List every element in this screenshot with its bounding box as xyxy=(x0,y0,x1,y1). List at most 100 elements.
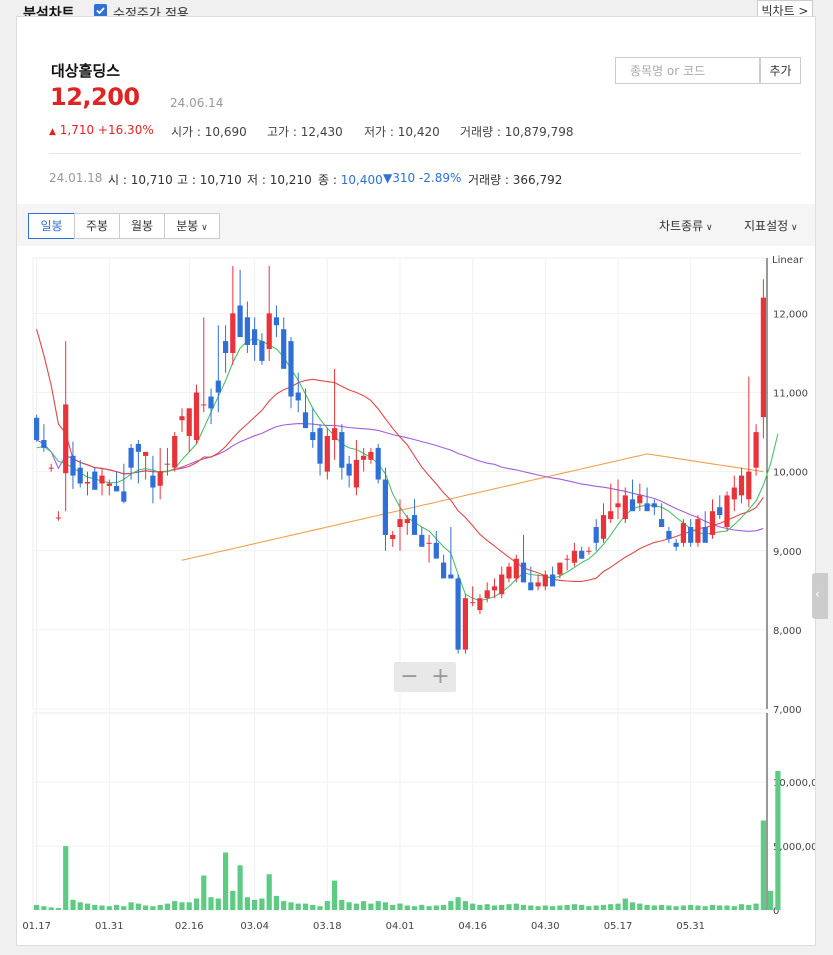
candle-body xyxy=(651,503,657,508)
candle-body xyxy=(709,511,716,535)
volume-bar xyxy=(244,897,250,910)
volume-bar xyxy=(702,906,708,910)
volume-bar xyxy=(397,903,403,910)
candle-body xyxy=(361,455,367,460)
volume-bar xyxy=(390,904,396,910)
candle-body xyxy=(506,566,512,579)
x-tick-label: 01.31 xyxy=(95,921,124,932)
volume-bar xyxy=(201,875,207,910)
volume-bar xyxy=(608,904,614,910)
volume-bar xyxy=(317,906,323,910)
scale-label: Linear xyxy=(772,255,804,266)
candle-body xyxy=(513,558,519,579)
candle-body xyxy=(92,471,98,490)
volume-bar xyxy=(121,906,127,910)
candle-body xyxy=(426,542,432,544)
volume-bar xyxy=(455,897,461,910)
candle-body xyxy=(499,574,505,595)
candle-body xyxy=(317,428,323,464)
candle-body xyxy=(70,455,76,476)
y-tick-label: 12,000 xyxy=(773,309,808,320)
candle-body xyxy=(302,412,309,429)
candle-body xyxy=(615,503,621,508)
volume-bar xyxy=(688,904,694,910)
candle-body xyxy=(332,428,338,440)
x-tick-label: 02.16 xyxy=(175,921,204,932)
candle-body xyxy=(164,463,170,465)
candle-body xyxy=(201,404,207,406)
candle-body xyxy=(404,519,410,524)
candle-body xyxy=(157,471,163,486)
x-tick-label: 05.17 xyxy=(604,921,633,932)
volume-bar xyxy=(150,906,156,910)
chevron-left-icon: ‹ xyxy=(815,587,820,601)
volume-bar xyxy=(114,904,120,910)
volume-bar xyxy=(34,904,40,910)
candle-body xyxy=(346,463,352,476)
volume-bar xyxy=(70,899,76,910)
volume-bar xyxy=(252,899,258,910)
volume-bar xyxy=(77,902,83,910)
candle-body xyxy=(368,451,374,460)
candle-body xyxy=(593,527,599,543)
x-tick-label: 04.01 xyxy=(386,921,415,932)
zoom-control: − + xyxy=(394,662,456,692)
volume-bar xyxy=(411,906,418,910)
candle-body xyxy=(397,519,403,527)
volume-bar xyxy=(629,902,636,910)
zoom-in-button[interactable]: + xyxy=(425,662,456,692)
volume-bar xyxy=(63,846,69,910)
candle-body xyxy=(731,487,737,500)
candle-body xyxy=(339,432,345,468)
candle-body xyxy=(121,491,127,502)
candle-body xyxy=(375,447,381,480)
volume-bar xyxy=(135,903,141,910)
candle-body xyxy=(77,467,83,484)
volume-bar xyxy=(491,905,498,910)
candle-body xyxy=(193,392,200,440)
side-panel-handle[interactable]: ‹ xyxy=(812,573,828,619)
candle-body xyxy=(571,550,577,563)
volume-bar xyxy=(477,904,483,910)
candle-body xyxy=(310,432,316,440)
volume-bar xyxy=(361,901,367,910)
candle-body xyxy=(557,562,563,575)
volume-bar xyxy=(593,905,599,910)
candle-body xyxy=(48,467,54,469)
volume-bar xyxy=(746,904,752,910)
candle-body xyxy=(600,515,607,539)
candle-body xyxy=(738,475,745,496)
candle-body xyxy=(680,523,686,543)
y-tick-label: 8,000 xyxy=(773,626,802,637)
volume-bar xyxy=(768,890,774,910)
volume-bar xyxy=(48,907,54,910)
candle-body xyxy=(63,404,69,474)
volume-bar xyxy=(157,904,163,910)
y-tick-label: 10,000 xyxy=(773,468,808,479)
x-tick-label: 04.16 xyxy=(458,921,487,932)
volume-bar xyxy=(92,904,98,910)
candle-body xyxy=(273,317,279,326)
candle-body xyxy=(520,562,527,583)
volume-bar xyxy=(186,902,192,910)
volume-bar xyxy=(622,898,628,910)
zoom-out-button[interactable]: − xyxy=(394,662,425,692)
candle-body xyxy=(542,574,548,587)
candle-body xyxy=(724,495,730,527)
candle-body xyxy=(659,519,665,527)
volume-bar xyxy=(208,897,214,910)
volume-bar xyxy=(215,898,221,910)
volume-bar xyxy=(55,908,61,910)
volume-bar xyxy=(579,904,585,910)
volume-bar xyxy=(230,890,236,910)
volume-bar xyxy=(550,906,556,910)
candle-body xyxy=(441,562,447,579)
volume-bar xyxy=(237,865,243,910)
volume-bar xyxy=(760,820,766,910)
candle-body xyxy=(455,578,461,650)
volume-bar xyxy=(535,906,541,910)
volume-bar xyxy=(106,906,112,910)
volume-bar xyxy=(557,905,563,910)
candle-body xyxy=(433,542,439,559)
price-chart[interactable]: 01.17 01.31 02.16 03.04 03.18 04.01 04.16 04.30… xyxy=(17,17,815,945)
